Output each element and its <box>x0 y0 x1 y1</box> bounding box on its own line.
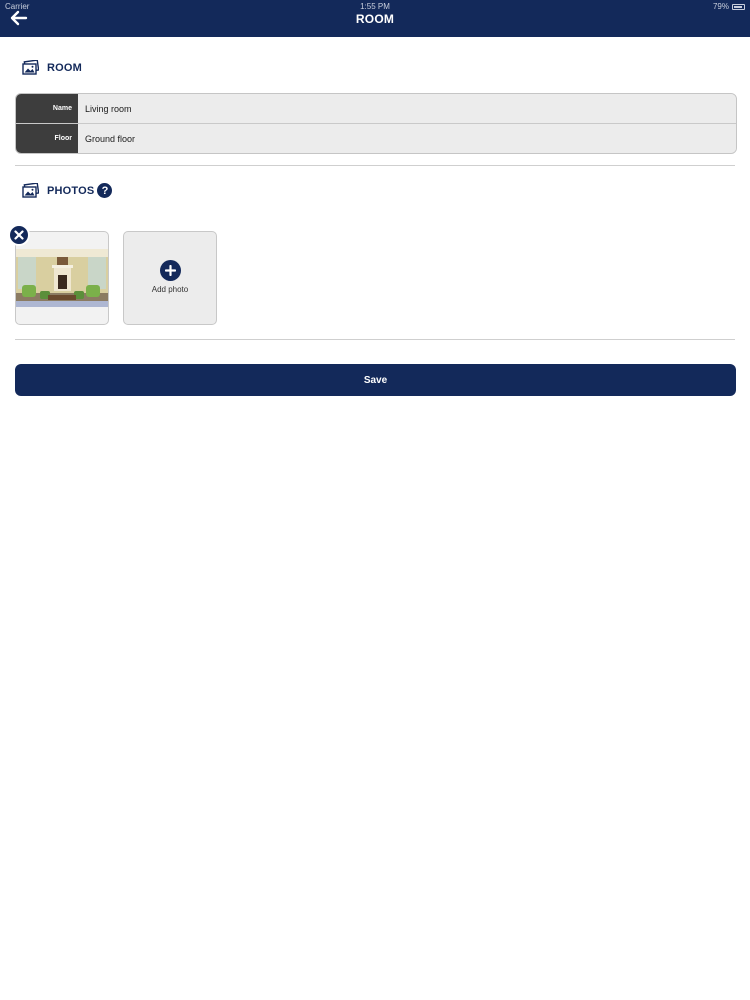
status-time: 1:55 PM <box>360 2 390 11</box>
living-room-photo <box>16 249 108 307</box>
section-divider <box>15 339 735 340</box>
name-field[interactable]: Living room <box>78 94 736 123</box>
nav-bar: Carrier 1:55 PM 79% ROOM <box>0 0 750 37</box>
room-form: Name Living room Floor Ground floor <box>15 93 737 154</box>
floor-label: Floor <box>16 124 78 153</box>
battery-status: 79% <box>713 2 745 11</box>
room-section-title: ROOM <box>47 61 83 74</box>
remove-photo-button[interactable] <box>8 224 30 246</box>
name-label: Name <box>16 94 78 123</box>
add-photo-label: Add photo <box>151 285 189 294</box>
save-button[interactable]: Save <box>15 364 736 396</box>
plus-glyph <box>165 265 176 276</box>
add-photo-button[interactable]: Add photo <box>123 231 217 325</box>
page-title: ROOM <box>355 12 395 26</box>
section-divider <box>15 165 735 166</box>
help-icon[interactable]: ? <box>97 183 113 198</box>
battery-percent: 79% <box>712 2 729 11</box>
name-row: Name Living room <box>16 94 736 124</box>
floor-field[interactable]: Ground floor <box>78 124 736 153</box>
plus-icon <box>160 260 181 281</box>
photos-section-title: PHOTOS <box>47 184 95 197</box>
photo-thumbnail[interactable] <box>15 231 109 325</box>
photos-section-heading: PHOTOS ? <box>22 183 113 198</box>
close-icon <box>14 230 24 240</box>
floor-row: Floor Ground floor <box>16 124 736 153</box>
room-section-heading: ROOM <box>22 60 82 75</box>
photo-icon <box>22 60 39 75</box>
battery-icon <box>732 3 745 10</box>
photo-icon <box>22 183 39 198</box>
